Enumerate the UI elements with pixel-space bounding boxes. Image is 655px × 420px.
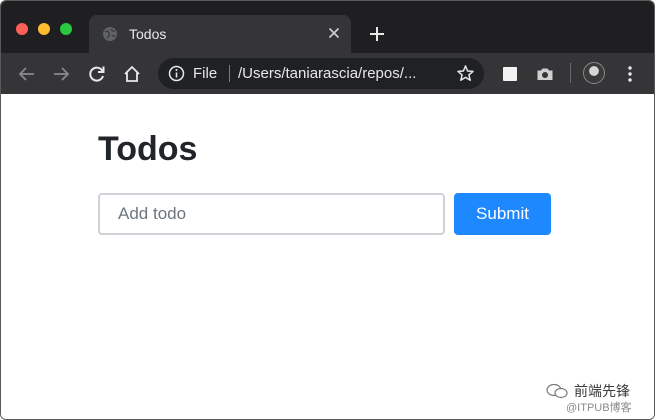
page-content: Todos Submit bbox=[1, 94, 654, 419]
home-icon[interactable] bbox=[122, 64, 142, 84]
reload-icon[interactable] bbox=[87, 64, 107, 84]
globe-icon bbox=[103, 27, 117, 41]
tab-title: Todos bbox=[129, 26, 167, 42]
arrow-left-icon[interactable] bbox=[17, 64, 37, 84]
minimize-window-button[interactable] bbox=[38, 23, 50, 35]
tab-todos[interactable]: Todos bbox=[89, 15, 351, 53]
address-bar[interactable]: File /Users/taniarascia/repos/... bbox=[158, 58, 484, 89]
add-todo-input[interactable] bbox=[98, 193, 445, 235]
watermark: 前端先锋 @ITPUB博客 bbox=[546, 378, 651, 416]
new-tab-icon[interactable] bbox=[368, 25, 386, 43]
arrow-right-icon[interactable] bbox=[51, 64, 71, 84]
scheme-label: File bbox=[193, 65, 218, 82]
kebab-menu-icon[interactable] bbox=[620, 64, 640, 84]
avatar[interactable] bbox=[583, 62, 605, 84]
star-icon[interactable] bbox=[456, 64, 475, 83]
omnibox-divider bbox=[229, 65, 230, 82]
square-extension-icon[interactable] bbox=[500, 64, 520, 84]
close-window-button[interactable] bbox=[16, 23, 28, 35]
tab-strip: Todos bbox=[1, 1, 654, 53]
browser-window: Todos File /Users/taniarascia/repos/... … bbox=[0, 0, 655, 420]
submit-button[interactable]: Submit bbox=[454, 193, 551, 235]
page-title: Todos bbox=[98, 130, 198, 168]
close-icon[interactable] bbox=[325, 24, 343, 42]
browser-toolbar: File /Users/taniarascia/repos/... bbox=[1, 53, 654, 94]
watermark-title: 前端先锋 bbox=[574, 383, 630, 399]
zoom-window-button[interactable] bbox=[60, 23, 72, 35]
info-icon[interactable] bbox=[168, 65, 185, 82]
url-text[interactable]: /Users/taniarascia/repos/... bbox=[238, 65, 416, 82]
toolbar-divider bbox=[570, 63, 571, 83]
watermark-source: @ITPUB博客 bbox=[566, 402, 632, 414]
camera-icon[interactable] bbox=[535, 64, 555, 84]
wechat-icon bbox=[546, 383, 568, 399]
